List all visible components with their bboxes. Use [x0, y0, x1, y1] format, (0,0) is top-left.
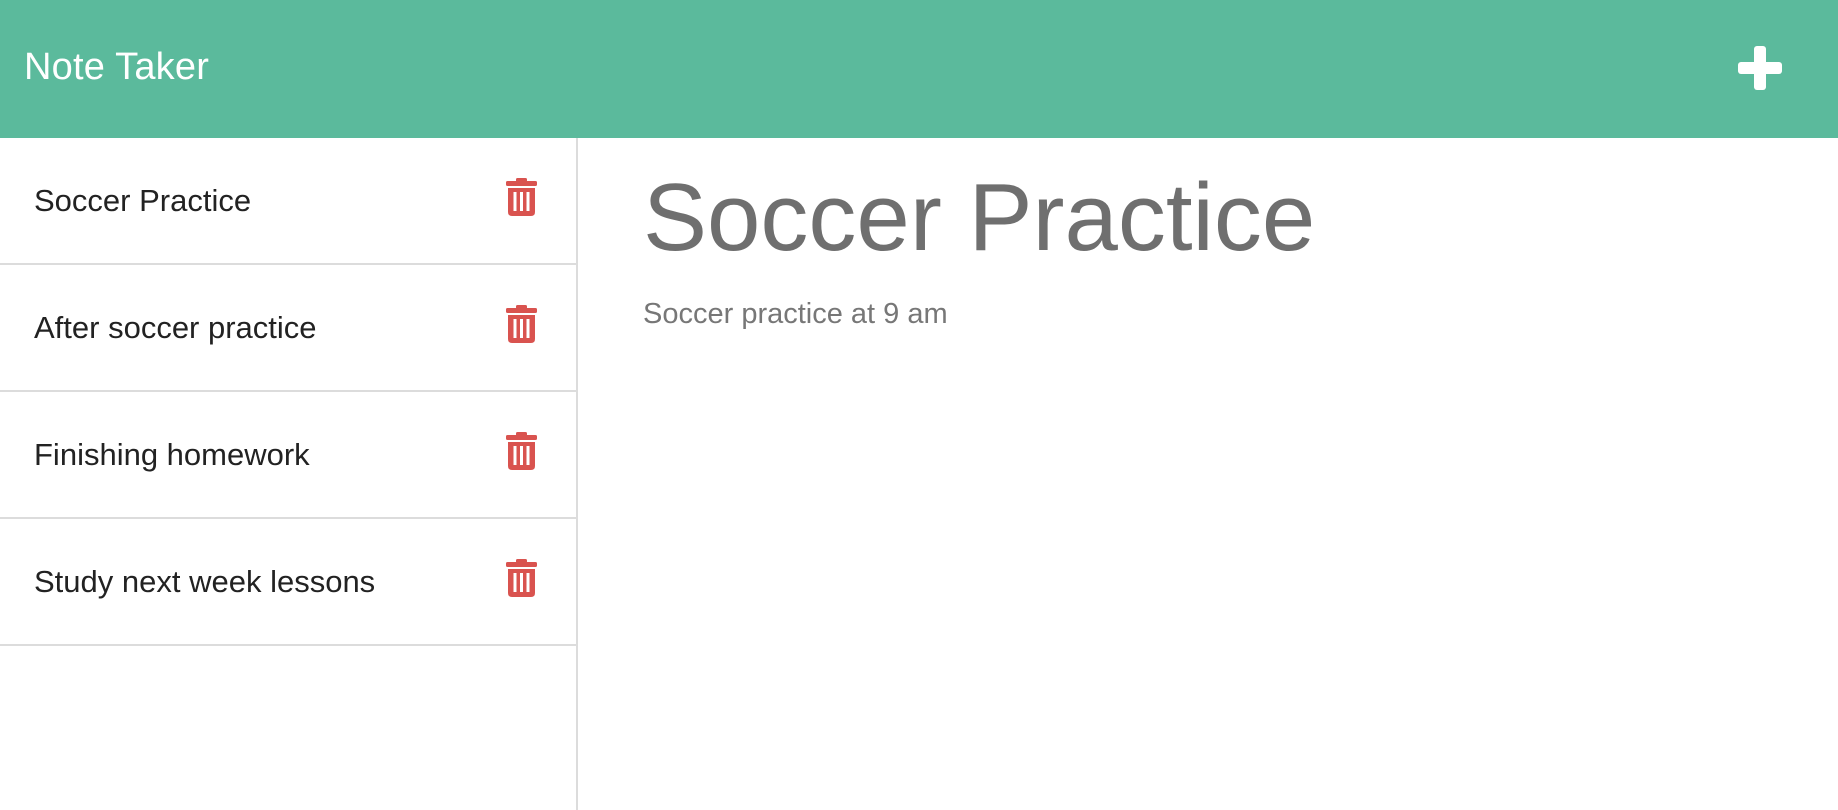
note-list-item-title[interactable]: Soccer Practice — [34, 138, 251, 263]
note-list-item[interactable]: After soccer practice — [0, 265, 576, 392]
note-viewer: Soccer Practice Soccer practice at 9 am — [580, 138, 1838, 810]
note-list-item[interactable]: Study next week lessons — [0, 519, 576, 646]
navbar: Note Taker — [0, 0, 1838, 138]
trash-icon — [506, 559, 537, 597]
note-list-item[interactable]: Finishing homework — [0, 392, 576, 519]
note-text-display[interactable]: Soccer practice at 9 am — [643, 296, 948, 332]
note-list-item[interactable]: Soccer Practice — [0, 138, 576, 265]
note-list-sidebar: Soccer Practice After soccer practice Fi… — [0, 138, 578, 810]
plus-icon — [1734, 42, 1786, 94]
note-list-item-title[interactable]: Finishing homework — [34, 392, 310, 517]
delete-note-button[interactable] — [506, 305, 537, 343]
note-list: Soccer Practice After soccer practice Fi… — [0, 138, 576, 646]
note-list-item-title[interactable]: After soccer practice — [34, 265, 317, 390]
app-title[interactable]: Note Taker — [24, 44, 209, 90]
delete-note-button[interactable] — [506, 432, 537, 470]
trash-icon — [506, 178, 537, 216]
delete-note-button[interactable] — [506, 559, 537, 597]
note-title-display[interactable]: Soccer Practice — [643, 160, 1315, 276]
new-note-button[interactable] — [1734, 42, 1786, 94]
trash-icon — [506, 305, 537, 343]
delete-note-button[interactable] — [506, 178, 537, 216]
note-list-item-title[interactable]: Study next week lessons — [34, 519, 375, 644]
trash-icon — [506, 432, 537, 470]
